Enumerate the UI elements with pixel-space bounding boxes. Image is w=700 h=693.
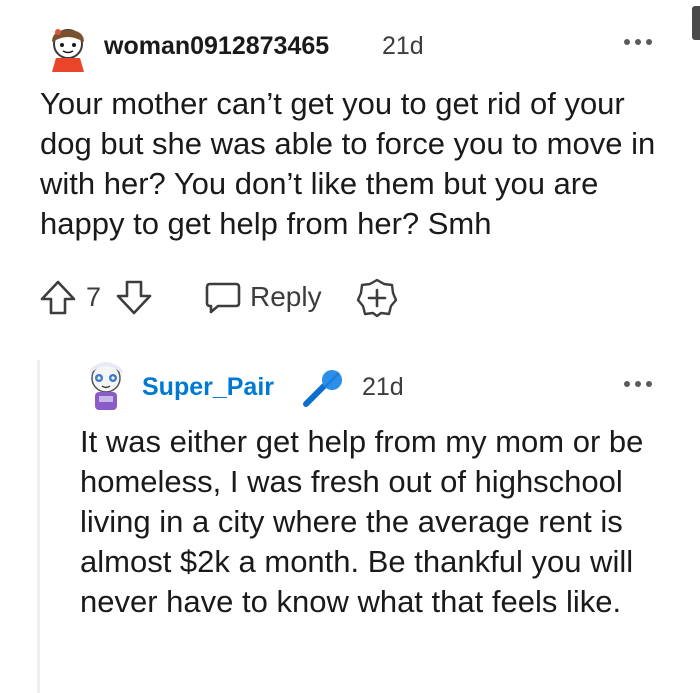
award-button[interactable] bbox=[356, 274, 402, 320]
comment-body: Your mother can’t get you to get rid of … bbox=[40, 86, 656, 241]
comment: woman0912873465 21d Your mother can’t ge… bbox=[0, 0, 700, 340]
award-plus-icon bbox=[356, 278, 398, 318]
comment-timestamp: 21d bbox=[382, 32, 424, 60]
reply-user-avatar[interactable] bbox=[84, 360, 128, 414]
vote-count: 7 bbox=[86, 281, 102, 312]
scroll-indicator[interactable] bbox=[692, 6, 700, 40]
reply-body: It was either get help from my mom or be… bbox=[80, 424, 644, 619]
user-avatar[interactable] bbox=[46, 26, 90, 72]
thread-line[interactable] bbox=[37, 360, 40, 693]
upvote-button[interactable] bbox=[38, 274, 80, 320]
reply-timestamp: 21d bbox=[362, 373, 404, 401]
reply-button[interactable]: Reply bbox=[204, 274, 322, 320]
reply-username[interactable]: Super_Pair bbox=[142, 373, 274, 402]
downvote-button[interactable] bbox=[114, 274, 156, 320]
comment-actions: 7 Reply bbox=[38, 274, 458, 320]
downvote-arrow-icon bbox=[116, 280, 152, 315]
chat-bubble-icon bbox=[205, 282, 241, 314]
reply-label: Reply bbox=[250, 281, 322, 312]
upvote-arrow-icon bbox=[40, 280, 76, 315]
more-dots-icon[interactable] bbox=[624, 378, 660, 390]
microphone-icon bbox=[303, 370, 342, 407]
comment-username[interactable]: woman0912873465 bbox=[104, 32, 329, 61]
more-dots-icon[interactable] bbox=[624, 36, 660, 48]
